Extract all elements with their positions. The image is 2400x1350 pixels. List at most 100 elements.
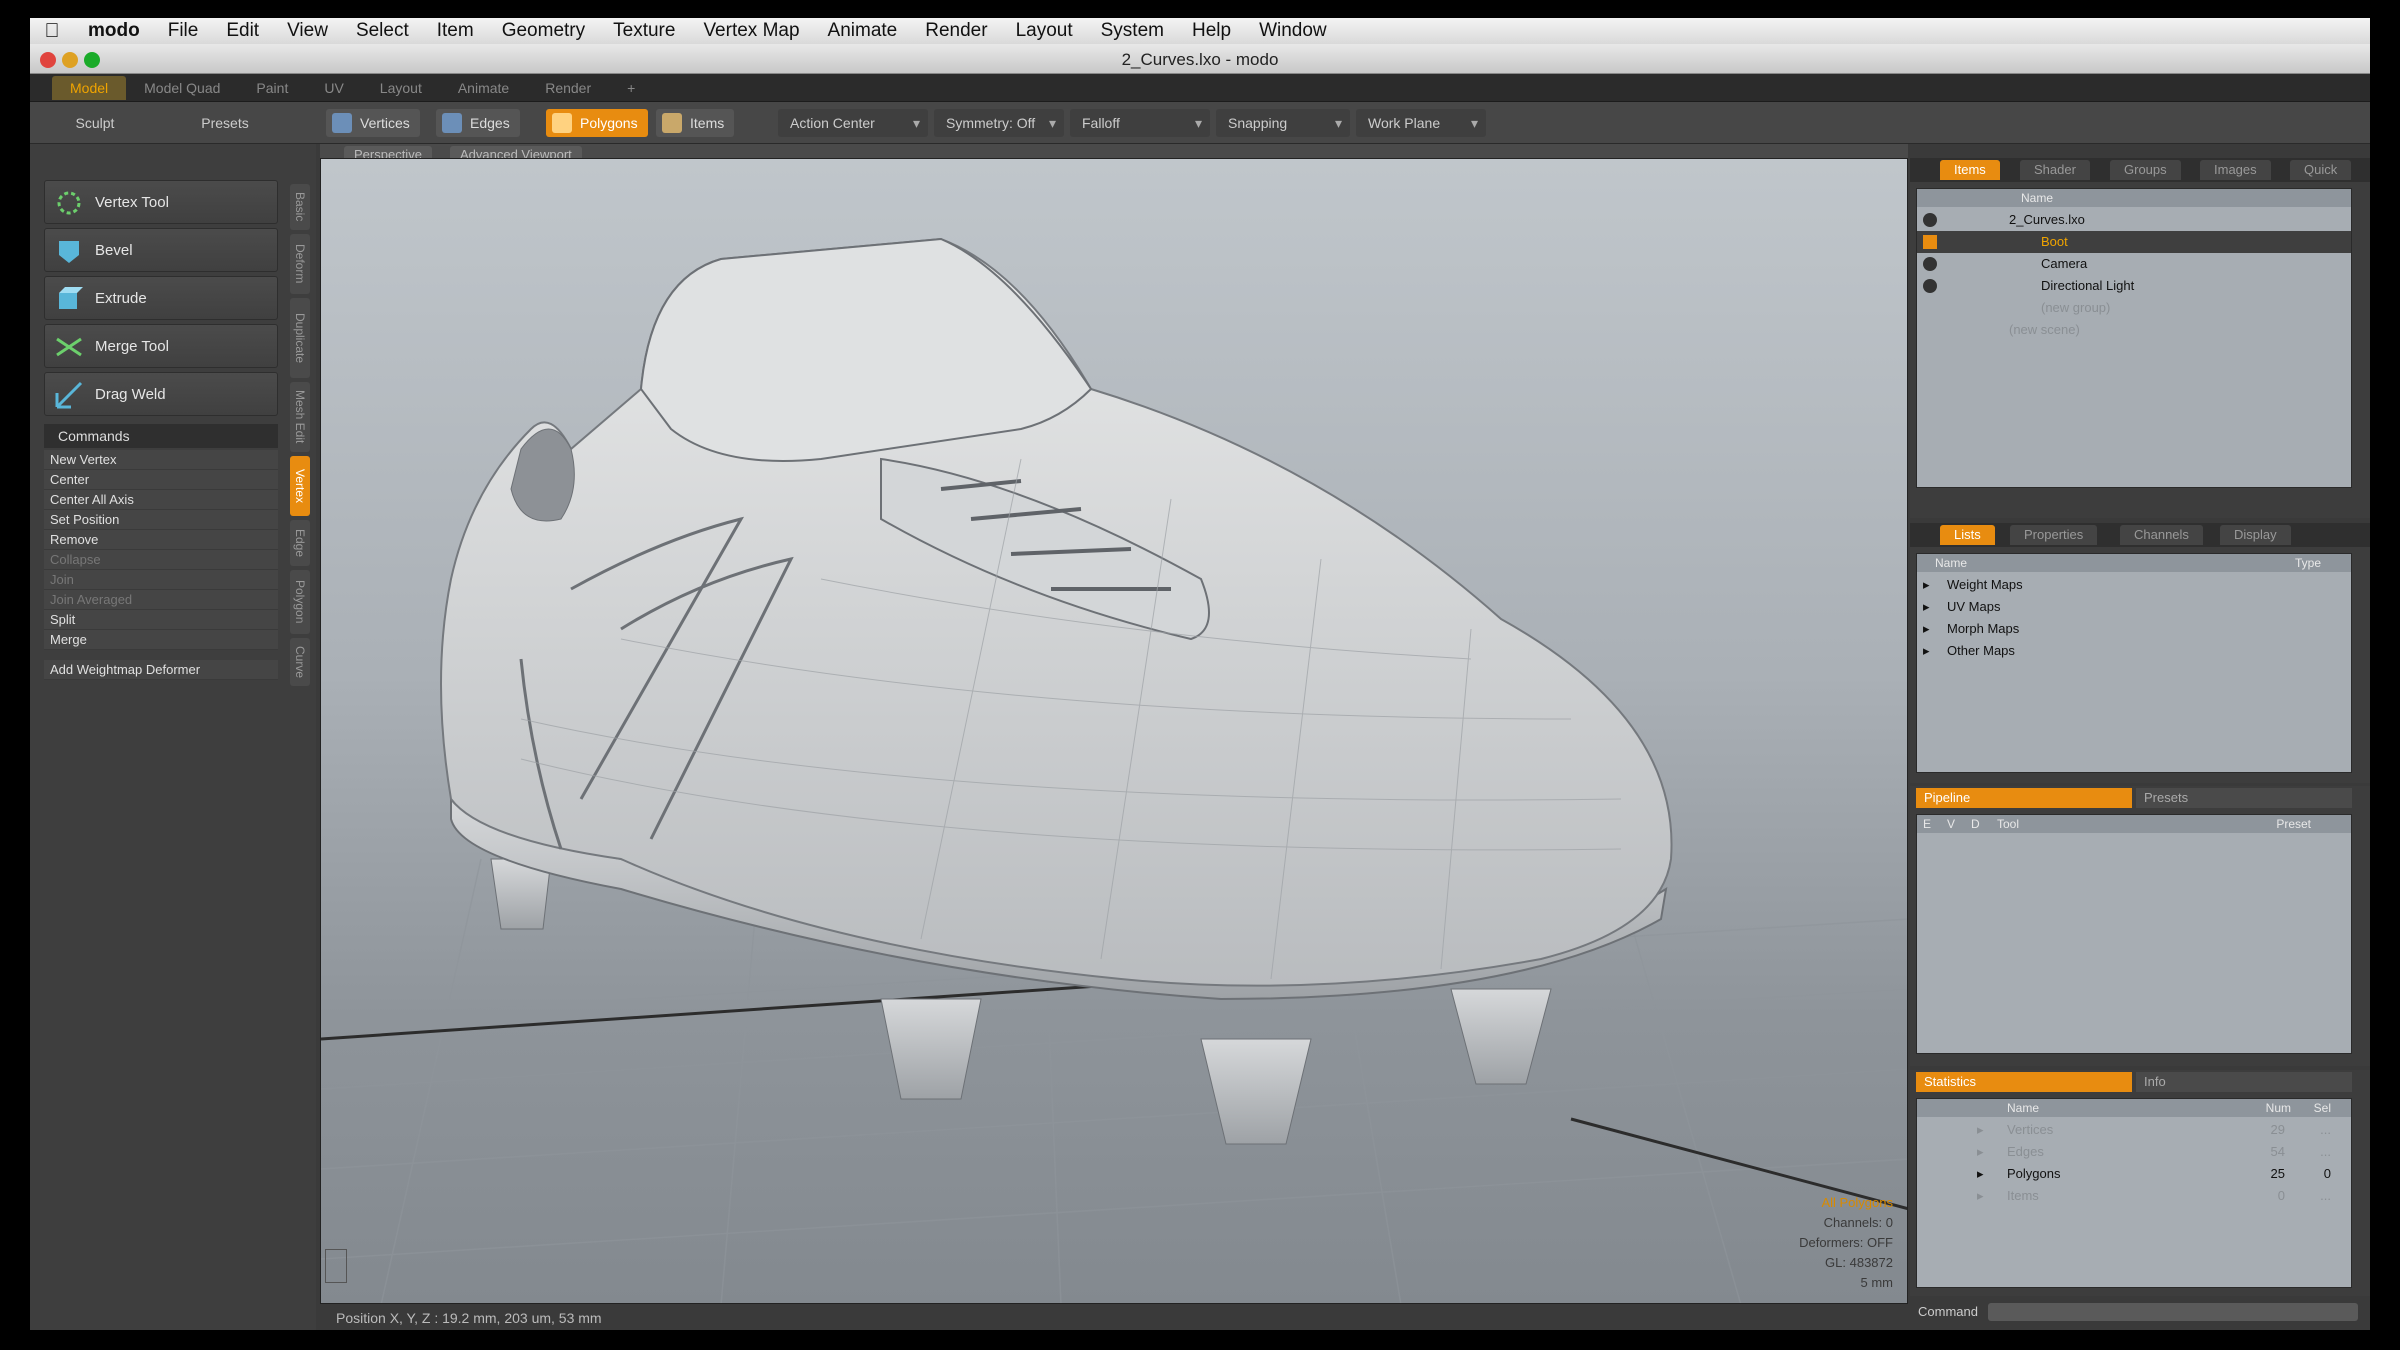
- command-set-position[interactable]: Set Position: [44, 510, 278, 530]
- tab-properties[interactable]: Properties: [2010, 525, 2098, 545]
- command-collapse[interactable]: Collapse: [44, 550, 278, 570]
- tab-presets[interactable]: Presets: [160, 109, 290, 137]
- tab-model-quad[interactable]: Model Quad: [126, 76, 238, 100]
- menu-item[interactable]: Item: [423, 20, 488, 42]
- vtab-curve[interactable]: Curve: [290, 638, 310, 686]
- vtab-duplicate[interactable]: Duplicate: [290, 298, 310, 378]
- vertices-mode-button[interactable]: Vertices: [326, 109, 420, 137]
- item-row-boot[interactable]: Boot: [1917, 231, 2351, 253]
- tab-model[interactable]: Model: [52, 75, 127, 100]
- stats-row-edges[interactable]: ▸ Edges 54 ...: [1917, 1141, 2351, 1163]
- list-row-weight-maps[interactable]: ▸ Weight Maps: [1917, 574, 2351, 596]
- vtab-basic[interactable]: Basic: [290, 184, 310, 230]
- symmetry-dropdown[interactable]: Symmetry: Off: [934, 109, 1064, 137]
- stats-row-vertices[interactable]: ▸ Vertices 29 ...: [1917, 1119, 2351, 1141]
- tab-render[interactable]: Render: [527, 76, 609, 100]
- commands-header[interactable]: Commands: [44, 424, 278, 448]
- tab-lists[interactable]: Lists: [1940, 525, 1995, 545]
- work-plane-dropdown[interactable]: Work Plane: [1356, 109, 1486, 137]
- expand-arrow-icon[interactable]: ▸: [1923, 618, 1930, 640]
- snapping-dropdown[interactable]: Snapping: [1216, 109, 1350, 137]
- tab-info[interactable]: Info: [2136, 1072, 2352, 1092]
- mesh-visibility-icon[interactable]: [1923, 235, 1937, 249]
- menu-view[interactable]: View: [273, 20, 342, 42]
- falloff-dropdown[interactable]: Falloff: [1070, 109, 1210, 137]
- add-tab-button[interactable]: +: [609, 76, 653, 100]
- menu-app-name[interactable]: modo: [74, 20, 154, 42]
- eye-icon[interactable]: [1923, 213, 1937, 227]
- command-split[interactable]: Split: [44, 610, 278, 630]
- action-center-dropdown[interactable]: Action Center: [778, 109, 928, 137]
- items-mode-button[interactable]: Items: [656, 109, 735, 137]
- item-row-new-scene[interactable]: (new scene): [1917, 319, 2351, 341]
- expand-arrow-icon[interactable]: ▸: [1923, 596, 1930, 618]
- menu-system[interactable]: System: [1087, 20, 1178, 42]
- menu-edit[interactable]: Edit: [212, 20, 273, 42]
- item-row-new-group[interactable]: (new group): [1917, 297, 2351, 319]
- command-join-averaged[interactable]: Join Averaged: [44, 590, 278, 610]
- eye-icon[interactable]: [1923, 279, 1937, 293]
- expand-arrow-icon[interactable]: ▸: [1923, 574, 1930, 596]
- menu-help[interactable]: Help: [1178, 20, 1245, 42]
- apple-icon[interactable]: : [30, 20, 74, 43]
- command-input[interactable]: [1988, 1303, 2358, 1321]
- vtab-mesh-edit[interactable]: Mesh Edit: [290, 382, 310, 452]
- item-row-camera[interactable]: Camera: [1917, 253, 2351, 275]
- tab-items[interactable]: Items: [1940, 160, 2000, 180]
- menu-select[interactable]: Select: [342, 20, 423, 42]
- command-add-weightmap-deformer[interactable]: Add Weightmap Deformer: [44, 660, 278, 680]
- item-row-scene[interactable]: 2_Curves.lxo: [1917, 209, 2351, 231]
- list-row-other-maps[interactable]: ▸ Other Maps: [1917, 640, 2351, 662]
- menu-texture[interactable]: Texture: [599, 20, 689, 42]
- list-row-uv-maps[interactable]: ▸ UV Maps: [1917, 596, 2351, 618]
- expand-arrow-icon[interactable]: ▸: [1923, 640, 1930, 662]
- menu-render[interactable]: Render: [911, 20, 1001, 42]
- expand-arrow-icon[interactable]: ▸: [1977, 1119, 1984, 1141]
- item-row-light[interactable]: Directional Light: [1917, 275, 2351, 297]
- vtab-polygon[interactable]: Polygon: [290, 570, 310, 634]
- drag-weld-button[interactable]: Drag Weld: [44, 372, 278, 416]
- tab-shader[interactable]: Shader: [2020, 160, 2090, 180]
- edges-mode-button[interactable]: Edges: [436, 109, 520, 137]
- command-remove[interactable]: Remove: [44, 530, 278, 550]
- polygons-mode-button[interactable]: Polygons: [546, 109, 648, 137]
- tab-channels[interactable]: Channels: [2120, 525, 2203, 545]
- command-new-vertex[interactable]: New Vertex: [44, 450, 278, 470]
- tab-statistics[interactable]: Statistics: [1916, 1072, 2132, 1092]
- command-center-all-axis[interactable]: Center All Axis: [44, 490, 278, 510]
- tab-uv[interactable]: UV: [306, 76, 361, 100]
- stats-row-polygons[interactable]: ▸ Polygons 25 0: [1917, 1163, 2351, 1185]
- tab-groups[interactable]: Groups: [2110, 160, 2181, 180]
- tab-layout[interactable]: Layout: [362, 76, 440, 100]
- command-merge[interactable]: Merge: [44, 630, 278, 650]
- vtab-edge[interactable]: Edge: [290, 520, 310, 566]
- expand-arrow-icon[interactable]: ▸: [1977, 1163, 1984, 1185]
- tab-quick[interactable]: Quick: [2290, 160, 2352, 180]
- vtab-deform[interactable]: Deform: [290, 234, 310, 294]
- menu-layout[interactable]: Layout: [1002, 20, 1087, 42]
- menu-animate[interactable]: Animate: [814, 20, 912, 42]
- tab-pipeline[interactable]: Pipeline: [1916, 788, 2132, 808]
- vertex-tool-button[interactable]: Vertex Tool: [44, 180, 278, 224]
- menu-file[interactable]: File: [154, 20, 213, 42]
- eye-icon[interactable]: [1923, 257, 1937, 271]
- command-center[interactable]: Center: [44, 470, 278, 490]
- expand-arrow-icon[interactable]: ▸: [1977, 1185, 1984, 1207]
- menu-geometry[interactable]: Geometry: [488, 20, 599, 42]
- list-row-morph-maps[interactable]: ▸ Morph Maps: [1917, 618, 2351, 640]
- stats-row-items[interactable]: ▸ Items 0 ...: [1917, 1185, 2351, 1207]
- vtab-vertex[interactable]: Vertex: [290, 456, 310, 516]
- expand-arrow-icon[interactable]: ▸: [1977, 1141, 1984, 1163]
- 3d-viewport[interactable]: All Polygons Channels: 0 Deformers: OFF …: [320, 158, 1908, 1304]
- tab-display[interactable]: Display: [2220, 525, 2291, 545]
- extrude-button[interactable]: Extrude: [44, 276, 278, 320]
- menu-vertex-map[interactable]: Vertex Map: [689, 20, 813, 42]
- tab-animate[interactable]: Animate: [440, 76, 527, 100]
- tab-paint[interactable]: Paint: [238, 76, 306, 100]
- tab-images[interactable]: Images: [2200, 160, 2271, 180]
- tab-sculpt[interactable]: Sculpt: [40, 109, 150, 137]
- menu-window[interactable]: Window: [1245, 20, 1341, 42]
- merge-tool-button[interactable]: Merge Tool: [44, 324, 278, 368]
- command-join[interactable]: Join: [44, 570, 278, 590]
- bevel-button[interactable]: Bevel: [44, 228, 278, 272]
